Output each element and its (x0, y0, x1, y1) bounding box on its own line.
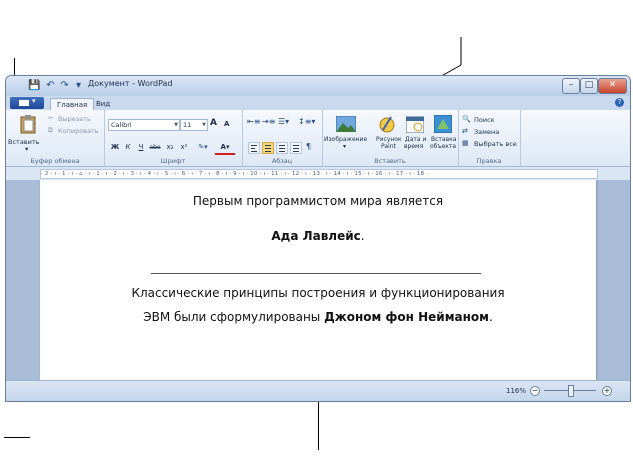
status-bar: 116% − + (6, 380, 630, 401)
undo-icon[interactable]: ↶ (44, 79, 57, 92)
paragraph-group: ⇤≡ ⇥≡ ☰▾ ↕≡▾ ¶ Абзац (242, 110, 323, 166)
chevron-down-icon: ▾ (32, 97, 36, 105)
paragraph-settings-icon[interactable]: ¶ (306, 142, 311, 151)
save-icon[interactable]: 💾 (28, 79, 41, 92)
doc-line-2-tail: . (360, 229, 365, 243)
align-right-icon[interactable] (276, 142, 288, 154)
close-button[interactable]: ✕ (598, 78, 627, 94)
align-left-icon[interactable] (248, 142, 260, 154)
font-size-value: 11 (183, 121, 192, 129)
object-button-line2[interactable]: объекта (430, 143, 456, 150)
paragraph-group-label: Абзац (271, 157, 293, 165)
font-family-select[interactable]: Calibri ▼ (108, 119, 180, 131)
datetime-button-line2[interactable]: время (404, 143, 423, 150)
copy-icon: ⧉ (48, 126, 53, 134)
underline-button[interactable]: Ч (136, 142, 146, 153)
title-bar: 💾 ↶ ↷ ▾ Документ - WordPad – □ ✕ (6, 76, 630, 96)
replace-icon: ⇄ (462, 127, 468, 135)
decrease-indent-icon[interactable]: ⇤≡ (247, 117, 260, 126)
font-color-icon[interactable]: A▾ (215, 142, 235, 155)
quick-access-dropdown[interactable]: ▾ (72, 79, 85, 92)
doc-line-4: ЭВМ были сформулированы Джоном фон Нейма… (40, 310, 596, 324)
ribbon-tabs: ▾ Главная Вид ? (6, 96, 630, 111)
highlight-icon[interactable]: ✎▾ (194, 142, 212, 153)
shrink-font-button[interactable]: A (224, 120, 229, 128)
paste-button[interactable]: Вставить (8, 138, 39, 146)
find-icon: 🔍 (462, 115, 471, 123)
paste-dropdown-icon[interactable]: ▾ (25, 145, 28, 153)
editing-group: 🔍 Поиск ⇄ Замена ▦ Выбрать все Правка (458, 110, 521, 166)
copy-button[interactable]: Копировать (58, 127, 99, 135)
zoom-out-button[interactable]: − (530, 386, 540, 396)
font-family-value: Calibri (111, 121, 132, 129)
select-all-button[interactable]: Выбрать все (474, 140, 517, 148)
redo-icon[interactable]: ↷ (58, 79, 71, 92)
paint-button-line2[interactable]: Paint (381, 143, 396, 150)
wordpad-window: 💾 ↶ ↷ ▾ Документ - WordPad – □ ✕ ▾ Главн… (5, 75, 631, 402)
justify-icon[interactable] (290, 142, 302, 154)
app-menu-button[interactable]: ▾ (10, 97, 44, 109)
insert-group-label: Вставить (374, 157, 406, 165)
datetime-button-line1[interactable]: Дата и (405, 136, 426, 143)
subscript-button[interactable]: x₂ (164, 142, 176, 153)
doc-line-1: Первым программистом мира является (192, 194, 444, 208)
cut-icon: ✂ (48, 114, 54, 122)
doc-line-4-head: ЭВМ были сформулированы (143, 310, 325, 324)
increase-indent-icon[interactable]: ⇥≡ (262, 117, 275, 126)
replace-button[interactable]: Замена (474, 128, 499, 136)
bullets-icon[interactable]: ☰▾ (278, 117, 289, 126)
picture-icon[interactable] (336, 116, 356, 132)
paint-icon[interactable] (378, 115, 396, 133)
font-group-label: Шрифт (160, 157, 186, 165)
zoom-level: 116% (506, 387, 527, 395)
paste-icon[interactable] (20, 114, 36, 134)
insert-object-icon[interactable] (434, 115, 452, 133)
zoom-slider-thumb[interactable] (568, 385, 574, 397)
doc-name-lovelace: Ада Лавлейс (271, 229, 361, 243)
picture-dropdown-icon[interactable]: ▾ (343, 143, 346, 150)
ruler[interactable]: · 2 · ı · 1 · ı · ⌂ · ı · 1 · ı · 2 · ı … (6, 167, 630, 179)
cut-button[interactable]: Вырезать (58, 115, 91, 123)
window-title: Документ - WordPad (88, 79, 173, 88)
help-icon[interactable]: ? (615, 98, 624, 107)
font-group: Calibri ▼ 11 ▼ A A Ж К Ч abe x₂ x² ✎▾ A▾… (104, 110, 243, 166)
clipboard-group: Вставить ▾ ✂ Вырезать ⧉ Копировать Буфер… (6, 110, 105, 166)
find-button[interactable]: Поиск (474, 116, 495, 124)
document-icon (19, 100, 29, 106)
doc-line-2: Ада Лавлейс. (40, 229, 596, 243)
paint-button-line1[interactable]: Рисунок (376, 136, 402, 143)
chevron-down-icon: ▼ (174, 122, 178, 128)
align-center-icon[interactable] (262, 142, 274, 154)
bold-button[interactable]: Ж (110, 142, 120, 153)
ribbon: Вставить ▾ ✂ Вырезать ⧉ Копировать Буфер… (6, 110, 630, 167)
horizontal-divider (151, 273, 481, 274)
strikethrough-button[interactable]: abe (148, 142, 162, 153)
ruler-track[interactable]: · 2 · ı · 1 · ı · ⌂ · ı · 1 · ı · 2 · ı … (40, 169, 598, 179)
insert-group: Изображение ▾ Рисунок Paint Дата и время… (322, 110, 459, 166)
minimize-button[interactable]: – (562, 78, 580, 94)
chevron-down-icon: ▼ (202, 122, 206, 128)
object-button-line1[interactable]: Вставка (431, 136, 456, 143)
picture-button[interactable]: Изображение (324, 136, 367, 143)
document-page[interactable]: Первым программистом мира является Ада Л… (40, 180, 596, 380)
callout-line-short (4, 437, 30, 438)
doc-line-3: Классические принципы построения и функц… (131, 286, 505, 300)
document-scroll-area[interactable]: Первым программистом мира является Ада Л… (6, 180, 630, 380)
superscript-button[interactable]: x² (178, 142, 190, 153)
tab-view[interactable]: Вид (90, 98, 116, 110)
calendar-icon[interactable] (406, 115, 424, 133)
editing-group-label: Правка (476, 157, 502, 165)
select-all-icon: ▦ (462, 139, 469, 147)
font-size-select[interactable]: 11 ▼ (180, 119, 208, 131)
line-spacing-icon[interactable]: ↕≡▾ (298, 117, 315, 126)
doc-line-4-tail: . (488, 310, 493, 324)
grow-font-button[interactable]: A (210, 118, 217, 128)
maximize-button[interactable]: □ (580, 78, 598, 94)
doc-name-neumann: Джоном фон Нейманом (324, 310, 489, 324)
zoom-in-button[interactable]: + (602, 386, 612, 396)
clipboard-group-label: Буфер обмена (30, 157, 80, 165)
italic-button[interactable]: К (123, 142, 133, 153)
